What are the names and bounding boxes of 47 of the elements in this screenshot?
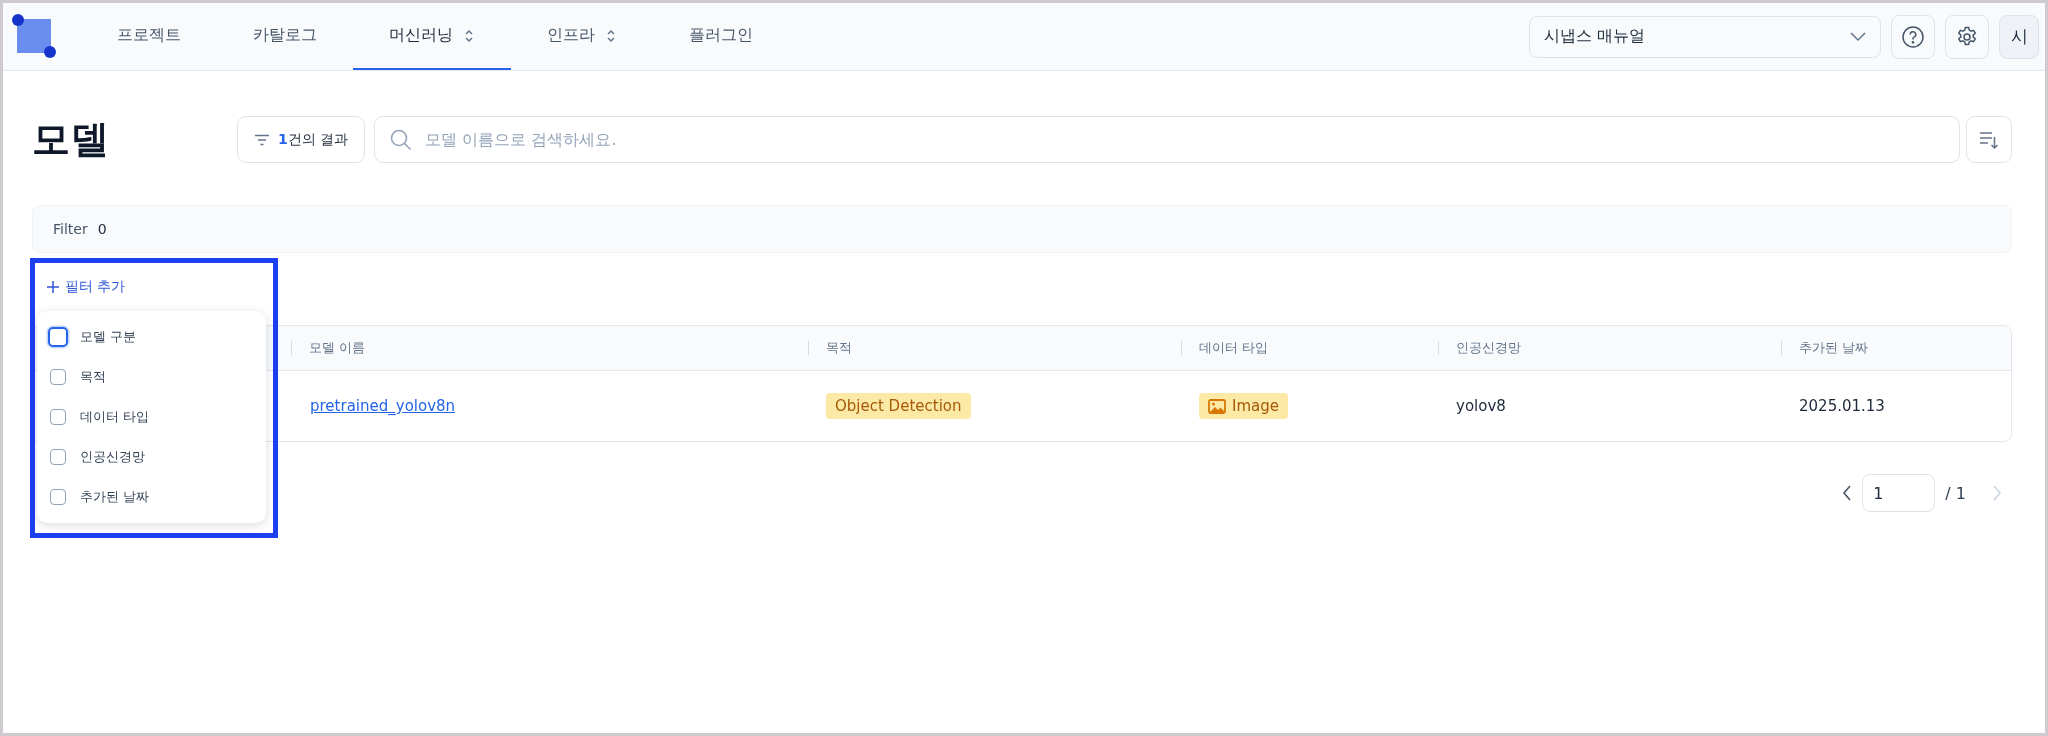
purpose-tag: Object Detection (826, 393, 971, 419)
nav-tab[interactable]: 카탈로그 (217, 3, 353, 70)
filter-option[interactable]: 추가된 날짜 (37, 477, 266, 517)
column-header: 모델 이름 (309, 339, 366, 357)
page-title: 모델 (32, 116, 111, 163)
checkbox[interactable] (50, 489, 66, 505)
user-avatar[interactable]: 시 (1999, 14, 2039, 59)
checkbox[interactable] (50, 369, 66, 385)
page-input[interactable]: 1 (1862, 474, 1936, 512)
column-header: 목적 (826, 339, 852, 357)
nav-tab[interactable]: 플러그인 (653, 3, 789, 70)
filter-option[interactable]: 모델 구분 (37, 317, 266, 357)
search-field[interactable]: 모델 이름으로 검색하세요. (374, 116, 1960, 163)
filter-count: 0 (97, 221, 107, 237)
column-header: 추가된 날짜 (1799, 339, 1869, 357)
checkbox[interactable] (50, 409, 66, 425)
previous-page-icon[interactable] (1842, 485, 1853, 501)
table-cell: yolov8 (1456, 397, 1506, 415)
filter-lines-icon (254, 133, 270, 146)
next-page-icon[interactable] (1992, 485, 2002, 501)
filter-option[interactable]: 목적 (37, 357, 266, 397)
checkbox[interactable] (50, 449, 66, 465)
filter-option[interactable]: 인공신경망 (37, 437, 266, 477)
chevron-down-icon (1850, 31, 1866, 42)
column-header: 인공신경망 (1456, 339, 1521, 357)
model-name-link[interactable]: pretrained_yolov8n (310, 397, 456, 415)
search-input[interactable]: 모델 이름으로 검색하세요. (423, 129, 1945, 150)
filter-option[interactable]: 데이터 타입 (37, 397, 266, 437)
nav-tab[interactable]: 프로젝트 (81, 3, 217, 70)
settings-icon[interactable] (1945, 14, 1989, 59)
help-icon[interactable] (1891, 14, 1935, 59)
result-count-button[interactable]: 1건의 결과 (237, 116, 366, 163)
search-icon (389, 127, 414, 152)
plus-icon (47, 281, 59, 293)
app-logo-icon[interactable] (11, 12, 59, 61)
add-filter-link[interactable]: 필터 추가 (47, 277, 126, 297)
table-cell: 2025.01.13 (1799, 397, 1885, 415)
sort-button[interactable] (1966, 116, 2012, 163)
column-header: 데이터 타입 (1199, 339, 1269, 357)
sort-icon (1979, 129, 1999, 150)
image-icon (1208, 398, 1226, 414)
nav-tab[interactable]: 인프라 (511, 3, 653, 70)
data-type-tag: Image (1199, 393, 1288, 419)
filter-label: Filter (53, 221, 88, 237)
page-total: / 1 (1945, 483, 1966, 503)
nav-tab[interactable]: 머신러닝 (353, 3, 511, 70)
workspace-select[interactable]: 시냅스 매뉴얼 (1529, 15, 1881, 58)
